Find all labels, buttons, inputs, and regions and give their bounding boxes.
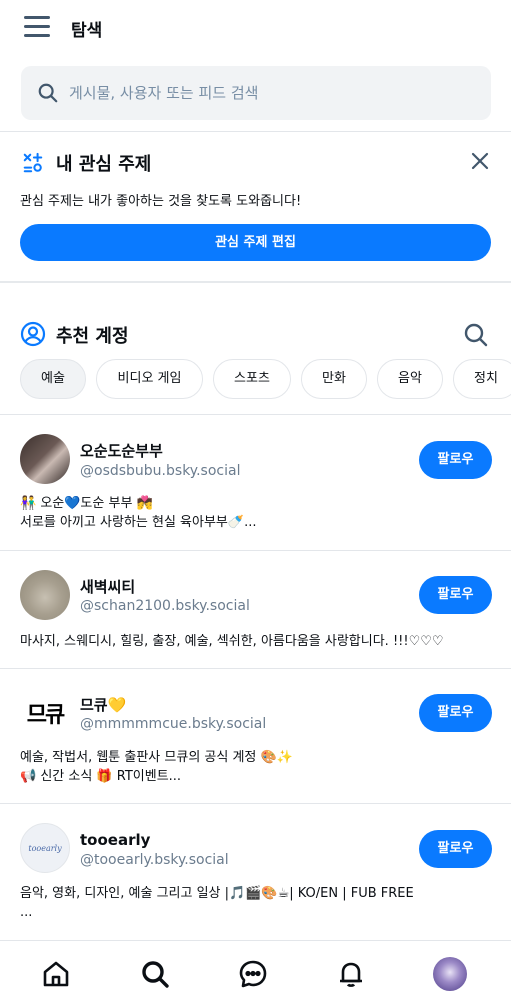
bell-icon[interactable] (336, 959, 366, 989)
interests-title: 내 관심 주제 (56, 154, 152, 175)
account-handle: @osdsbubu.bsky.social (80, 463, 241, 479)
header: 탐색 (0, 0, 511, 58)
search-placeholder: 게시물, 사용자 또는 피드 검색 (69, 84, 259, 102)
interests-icon (23, 152, 43, 173)
edit-interests-button[interactable]: 관심 주제 편집 (20, 224, 491, 261)
avatar[interactable] (20, 570, 70, 620)
page-title: 탐색 (71, 21, 103, 41)
topic-chips: 예술 비디오 게임 스포츠 만화 음악 정치 (20, 359, 511, 399)
account-name[interactable]: tooearly (80, 831, 150, 849)
close-icon[interactable] (470, 151, 490, 171)
divider (0, 668, 511, 669)
follow-button[interactable]: 팔로우 (419, 441, 492, 479)
avatar[interactable]: 므큐 (20, 688, 70, 738)
interests-description: 관심 주제는 내가 좋아하는 것을 찾도록 도와줍니다! (20, 194, 302, 209)
divider (0, 550, 511, 551)
hamburger-menu-icon[interactable] (24, 16, 50, 38)
chat-icon[interactable] (238, 959, 268, 989)
account-bio: 마사지, 스웨디시, 힐링, 출장, 예술, 섹쉬한, 아름다움을 사랑합니다.… (20, 634, 444, 649)
profile-avatar[interactable] (433, 957, 467, 991)
account-bio: 음악, 영화, 디자인, 예술 그리고 일상 |🎵🎬🎨☕| KO/EN | FU… (20, 886, 414, 920)
user-circle-icon (20, 321, 46, 347)
account-handle: @schan2100.bsky.social (80, 598, 250, 614)
search-icon (38, 83, 58, 103)
recommended-title: 추천 계정 (56, 326, 129, 347)
account-handle: @mmmmmcue.bsky.social (80, 716, 267, 732)
follow-button[interactable]: 팔로우 (419, 576, 492, 614)
chip-art[interactable]: 예술 (20, 359, 86, 399)
follow-button[interactable]: 팔로우 (419, 694, 492, 732)
avatar[interactable]: tooearly (20, 823, 70, 873)
chip-politics[interactable]: 정치 (453, 359, 511, 399)
search-icon[interactable] (463, 322, 489, 348)
divider (0, 803, 511, 804)
avatar[interactable] (20, 434, 70, 484)
follow-button[interactable]: 팔로우 (419, 830, 492, 868)
account-handle: @tooearly.bsky.social (80, 852, 229, 868)
chip-video-games[interactable]: 비디오 게임 (96, 359, 203, 399)
account-bio: 예술, 작법서, 웹툰 출판사 므큐의 공식 계정 🎨✨ 📢 신간 소식 🎁 R… (20, 750, 293, 784)
chip-music[interactable]: 음악 (377, 359, 443, 399)
account-name[interactable]: 새벽씨티 (80, 576, 135, 597)
chip-comics[interactable]: 만화 (301, 359, 367, 399)
search-input[interactable]: 게시물, 사용자 또는 피드 검색 (21, 66, 491, 120)
bottom-tab-bar (0, 940, 511, 1000)
divider (0, 131, 511, 132)
home-icon[interactable] (41, 959, 71, 989)
search-icon[interactable] (140, 959, 170, 989)
chip-sports[interactable]: 스포츠 (213, 359, 291, 399)
section-divider (0, 281, 511, 283)
account-name[interactable]: 므큐💛 (80, 694, 126, 715)
account-name[interactable]: 오순도순부부 (80, 440, 163, 461)
divider (0, 414, 511, 415)
account-bio: 👫 오순💙도순 부부 💏 서로를 아끼고 사랑하는 현실 육아부부🍼... (20, 496, 257, 530)
